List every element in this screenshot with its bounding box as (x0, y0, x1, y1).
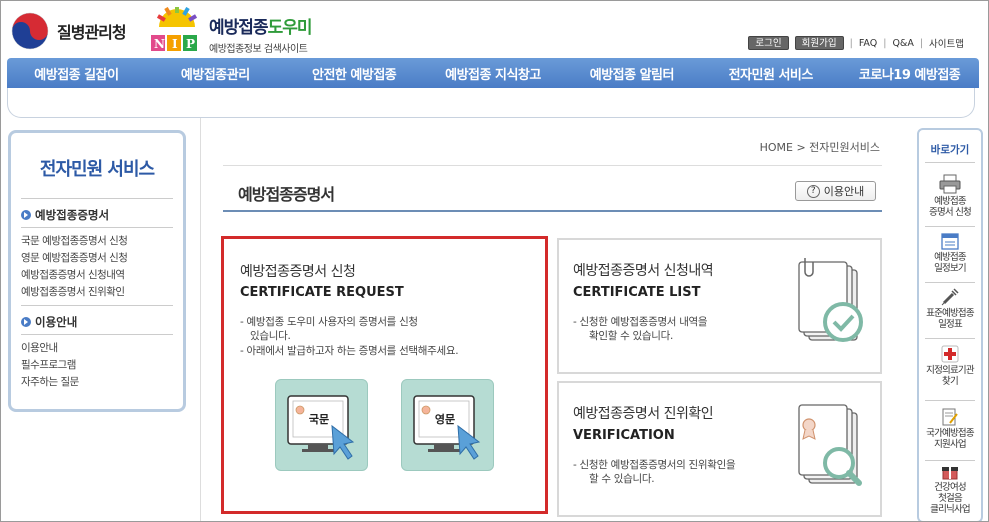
divider: | (849, 37, 853, 49)
quick-item-schedule[interactable]: 예방접종 일정보기 (919, 232, 981, 274)
divider (925, 282, 975, 283)
join-button[interactable]: 회원가입 (794, 36, 844, 50)
divider (925, 226, 975, 227)
printer-icon (939, 174, 961, 194)
nav-vaccination-guide[interactable]: 예방접종 길잡이 (7, 64, 146, 83)
svg-text:I: I (172, 37, 178, 51)
quick-item-women-clinic[interactable]: 건강여성 첫걸음 클리닉사업 (919, 464, 981, 515)
quick-item-national-support[interactable]: 국가예방접종 지원사업 (919, 408, 981, 450)
lnb-link-korean-request[interactable]: 국문 예방접종증명서 신청 (21, 233, 128, 248)
quick-item-standard-schedule[interactable]: 표준예방접종 일정표 (919, 288, 981, 330)
quick-links: 바로가기 예방접종 증명서 신청 예방접종 일정보기 표준예방접종 일정표 지정… (917, 128, 983, 521)
faq-link[interactable]: FAQ (859, 38, 877, 49)
nav-e-service[interactable]: 전자민원 서비스 (701, 64, 840, 83)
nav-vaccination-management[interactable]: 예방접종관리 (146, 64, 285, 83)
request-desc-2: - 아래에서 발급하고자 하는 증명서를 선택해주세요. (240, 345, 459, 357)
login-button[interactable]: 로그인 (748, 36, 789, 50)
lnb-link-required-programs[interactable]: 필수프로그램 (21, 357, 76, 372)
sub-nav-bar (7, 88, 975, 118)
left-nav: 전자민원 서비스 예방접종증명서 국문 예방접종증명서 신청 영문 예방접종증명… (8, 130, 186, 412)
site-subtitle: 예방접종정보 검색사이트 (209, 44, 308, 55)
document-pen-icon (942, 408, 958, 426)
verify-subtitle: VERIFICATION (573, 428, 675, 443)
korean-label: 국문 (308, 413, 330, 426)
request-desc-1: - 예방접종 도우미 사용자의 증명서를 신청 (240, 316, 418, 328)
site-title-block[interactable]: 예방접종도우미 예방접종정보 검색사이트 (209, 13, 312, 55)
divider (925, 400, 975, 401)
page-title: 예방접종증명서 (238, 185, 335, 204)
svg-text:P: P (186, 37, 195, 51)
calendar-icon (941, 233, 959, 250)
taegeuk-emblem-icon (11, 12, 49, 50)
qna-link[interactable]: Q&A (892, 38, 913, 49)
kdca-logo[interactable]: 질병관리청 (11, 9, 141, 53)
korean-certificate-button[interactable]: 국문 (275, 379, 368, 471)
document-search-icon (798, 404, 862, 486)
english-certificate-button[interactable]: 영문 (401, 379, 494, 471)
org-name: 질병관리청 (57, 23, 127, 42)
divider (21, 227, 173, 228)
lnb-section-guide[interactable]: 이용안내 (21, 314, 77, 330)
divider (21, 334, 173, 335)
divider: | (883, 37, 887, 49)
sitemap-link[interactable]: 사이트맵 (929, 36, 964, 50)
page-frame: 질병관리청 N I P 예방접종도우미 예방접종정보 검색사이트 로그인 회원가… (0, 0, 989, 522)
verification-card[interactable]: 예방접종증명서 진위확인 VERIFICATION - 신청한 예방접종증명서의… (557, 381, 882, 517)
verify-desc-2: 할 수 있습니다. (589, 473, 655, 485)
verify-title: 예방접종증명서 진위확인 (573, 406, 714, 422)
divider (925, 162, 975, 163)
divider (925, 338, 975, 339)
arrow-bullet-icon (21, 317, 31, 327)
divider (200, 118, 201, 521)
gift-box-icon (942, 467, 958, 480)
usage-guide-button[interactable]: ? 이용안내 (795, 181, 876, 201)
certificate-list-card[interactable]: 예방접종증명서 신청내역 CERTIFICATE LIST - 신청한 예방접종… (557, 238, 882, 374)
document-check-icon (798, 258, 863, 342)
lnb-title: 전자민원 서비스 (39, 159, 155, 180)
divider: | (919, 37, 924, 49)
nav-knowledge[interactable]: 예방접종 지식창고 (424, 64, 563, 83)
lnb-link-faq[interactable]: 자주하는 질문 (21, 374, 79, 389)
quick-links-title: 바로가기 (930, 144, 970, 156)
nav-notice[interactable]: 예방접종 알림터 (562, 64, 701, 83)
breadcrumb: HOME > 전자민원서비스 (759, 141, 880, 154)
lnb-link-guide[interactable]: 이용안내 (21, 340, 58, 355)
global-nav: 예방접종 길잡이 예방접종관리 안전한 예방접종 예방접종 지식창고 예방접종 … (7, 58, 979, 88)
list-title: 예방접종증명서 신청내역 (573, 263, 714, 279)
divider (21, 198, 173, 199)
certificate-request-card: 예방접종증명서 신청 CERTIFICATE REQUEST - 예방접종 도우… (221, 236, 548, 514)
verify-desc-1: - 신청한 예방접종증명서의 진위확인을 (573, 459, 736, 471)
request-subtitle: CERTIFICATE REQUEST (240, 285, 404, 300)
english-label: 영문 (434, 413, 456, 426)
list-desc-2: 확인할 수 있습니다. (589, 330, 673, 342)
divider (223, 165, 882, 166)
list-desc-1: - 신청한 예방접종증명서 내역을 (573, 316, 708, 328)
nav-covid19[interactable]: 코로나19 예방접종 (840, 64, 979, 83)
divider (925, 460, 975, 461)
medical-cross-icon (941, 345, 959, 363)
nav-safe-vaccination[interactable]: 안전한 예방접종 (285, 64, 424, 83)
list-subtitle: CERTIFICATE LIST (573, 285, 701, 300)
request-title: 예방접종증명서 신청 (240, 264, 356, 280)
svg-text:N: N (154, 37, 165, 51)
divider (21, 305, 173, 306)
lnb-section-certificate[interactable]: 예방접종증명서 (21, 207, 109, 223)
lnb-link-english-request[interactable]: 영문 예방접종증명서 신청 (21, 250, 128, 265)
arrow-bullet-icon (21, 210, 31, 220)
lnb-link-verification[interactable]: 예방접종증명서 진위확인 (21, 284, 125, 299)
syringe-icon (941, 288, 959, 306)
request-desc-1b: 있습니다. (250, 330, 291, 342)
divider (223, 210, 882, 212)
site-title: 예방접종도우미 (209, 18, 312, 38)
utility-links: 로그인 회원가입 | FAQ | Q&A | 사이트맵 (748, 36, 964, 50)
question-icon: ? (806, 184, 820, 198)
quick-item-hospital-search[interactable]: 지정의료기관 찾기 (919, 345, 981, 387)
lnb-link-request-history[interactable]: 예방접종증명서 신청내역 (21, 267, 125, 282)
quick-item-certificate-request[interactable]: 예방접종 증명서 신청 (919, 174, 981, 218)
